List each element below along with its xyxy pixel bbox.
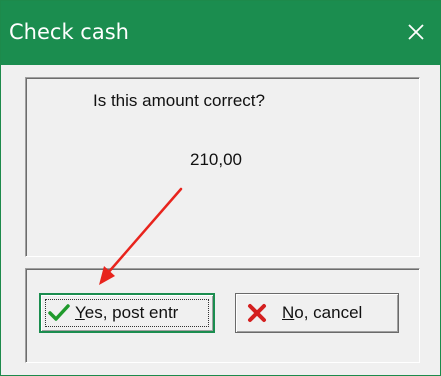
no-mnemonic: N	[282, 303, 295, 322]
cross-icon	[248, 304, 266, 322]
dialog-title: Check cash	[9, 20, 129, 44]
close-icon[interactable]	[401, 17, 431, 47]
no-label-rest: o, cancel	[294, 303, 363, 322]
title-bar: Check cash	[1, 1, 440, 65]
yes-post-entry-button[interactable]: Yes, post entr	[39, 293, 215, 333]
cash-amount: 210,00	[190, 150, 242, 169]
no-button-label: No, cancel	[282, 303, 362, 323]
confirmation-message: Is this amount correct?	[93, 91, 265, 110]
focus-rectangle	[45, 299, 209, 327]
no-cancel-button[interactable]: No, cancel	[235, 293, 399, 333]
